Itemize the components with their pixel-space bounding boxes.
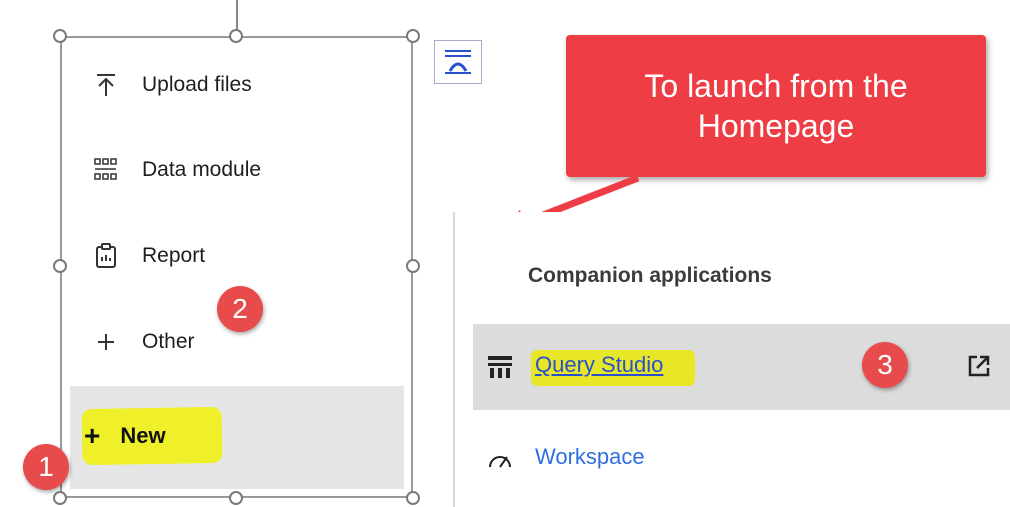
step-badge-3: 3 (862, 342, 908, 388)
plus-icon (92, 328, 120, 356)
resize-handle-top-right[interactable] (406, 29, 420, 43)
companion-title: Companion applications (528, 264, 772, 287)
new-menu-panel: Upload files Data module Report Other + … (60, 36, 413, 498)
menu-item-label: Upload files (142, 73, 252, 96)
menu-item-report[interactable]: Report (92, 236, 205, 276)
data-module-icon (92, 156, 120, 184)
resize-handle-bottom-right[interactable] (406, 491, 420, 505)
callout-line-1: To launch from the (644, 68, 908, 104)
menu-item-upload-files[interactable]: Upload files (92, 65, 252, 105)
menu-item-other[interactable]: Other (92, 322, 195, 362)
menu-item-data-module[interactable]: Data module (92, 150, 261, 190)
step-badge-1: 1 (23, 444, 69, 490)
panel-divider (453, 212, 455, 507)
query-studio-link[interactable]: Query Studio (535, 352, 663, 378)
external-launch-icon[interactable] (965, 352, 993, 385)
resize-handle-bottom-left[interactable] (53, 491, 67, 505)
layout-options-icon[interactable] (434, 40, 482, 84)
menu-item-label: Data module (142, 158, 262, 181)
resize-handle-top[interactable] (229, 29, 243, 43)
step-badge-2: 2 (217, 286, 263, 332)
companion-item-query-studio[interactable]: Query Studio (473, 324, 1010, 410)
new-button-area: + New (70, 386, 404, 489)
callout-box: To launch from the Homepage (566, 35, 986, 177)
workspace-link[interactable]: Workspace (535, 444, 645, 470)
resize-handle-bottom[interactable] (229, 491, 243, 505)
gauge-icon (487, 448, 513, 475)
plus-icon: + (84, 420, 101, 451)
menu-item-label: Other (142, 330, 195, 353)
resize-handle-right[interactable] (406, 259, 420, 273)
new-button[interactable]: + New (84, 410, 166, 462)
resize-handle-left[interactable] (53, 259, 67, 273)
callout-line-2: Homepage (697, 108, 855, 144)
menu-item-label: Report (142, 244, 206, 267)
companion-item-workspace[interactable]: Workspace (473, 434, 1010, 486)
resize-handle-top-left[interactable] (53, 29, 67, 43)
selection-top-line (236, 0, 238, 30)
query-studio-icon (487, 354, 513, 385)
upload-icon (92, 71, 120, 99)
new-button-label: New (120, 423, 166, 448)
companion-panel: Companion applications Query Studio 3 Wo… (453, 212, 1010, 507)
report-icon (92, 242, 120, 270)
